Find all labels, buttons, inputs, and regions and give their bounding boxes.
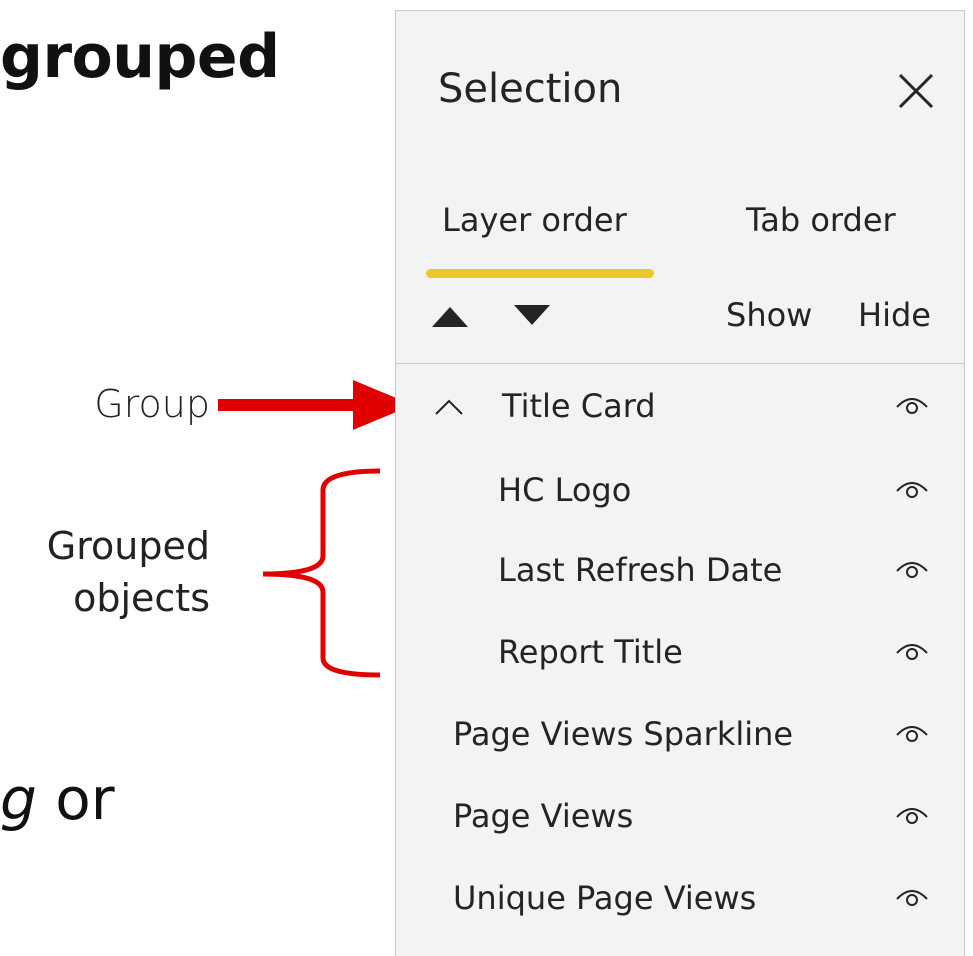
layer-label: Report Title (498, 633, 683, 671)
eye-icon[interactable] (894, 883, 930, 911)
move-up-button[interactable] (428, 299, 472, 333)
triangle-down-icon (514, 305, 550, 325)
layer-item-page-views[interactable]: Page Views (396, 779, 964, 859)
red-brace-annotation (262, 468, 381, 678)
red-arrow-annotation (218, 380, 413, 430)
layer-item-unique-page-views[interactable]: Unique Page Views (396, 861, 964, 941)
layer-item-page-views-sparkline[interactable]: Page Views Sparkline (396, 697, 964, 777)
annotation-grouped-objects: Grouped objects (0, 520, 210, 624)
slide-body-rest: or (36, 765, 115, 833)
selection-pane: Selection Layer order Tab order Show Hid… (395, 10, 965, 956)
tab-layer-order[interactable]: Layer order (442, 201, 627, 239)
tab-tab-order[interactable]: Tab order (746, 201, 896, 239)
hide-button[interactable]: Hide (858, 296, 931, 334)
layer-label: HC Logo (498, 471, 632, 509)
slide-body-fragment: g or (0, 765, 115, 833)
eye-icon[interactable] (894, 391, 930, 419)
annotation-grouped-line2: objects (73, 576, 210, 620)
slide-heading-fragment: grouped (0, 22, 280, 92)
slide-canvas: grouped g or Group Grouped objects Selec… (0, 0, 973, 956)
eye-icon[interactable] (894, 637, 930, 665)
triangle-up-icon (432, 307, 468, 327)
annotation-grouped-line1: Grouped (46, 524, 210, 568)
slide-body-italic: g (0, 765, 37, 833)
layer-item-last-refresh-date[interactable]: Last Refresh Date (396, 533, 964, 613)
eye-icon[interactable] (894, 801, 930, 829)
eye-icon[interactable] (894, 719, 930, 747)
pane-title: Selection (438, 66, 623, 112)
layer-label: Unique Page Views (453, 879, 757, 917)
layer-item-hc-logo[interactable]: HC Logo (396, 453, 964, 533)
layer-item-report-title[interactable]: Report Title (396, 615, 964, 695)
layer-label: Last Refresh Date (498, 551, 783, 589)
chevron-up-icon[interactable] (434, 397, 464, 417)
layer-label: Page Views Sparkline (453, 715, 794, 753)
close-icon[interactable] (896, 71, 936, 111)
annotation-group-label: Group (94, 382, 210, 426)
eye-icon[interactable] (894, 555, 930, 583)
eye-icon[interactable] (894, 475, 930, 503)
active-tab-indicator (426, 269, 654, 278)
move-down-button[interactable] (510, 299, 554, 333)
layer-label: Page Views (453, 797, 634, 835)
show-button[interactable]: Show (726, 296, 812, 334)
layer-group-title-card[interactable]: Title Card (396, 369, 964, 449)
layer-label: Title Card (502, 387, 656, 425)
pane-divider (396, 363, 964, 364)
